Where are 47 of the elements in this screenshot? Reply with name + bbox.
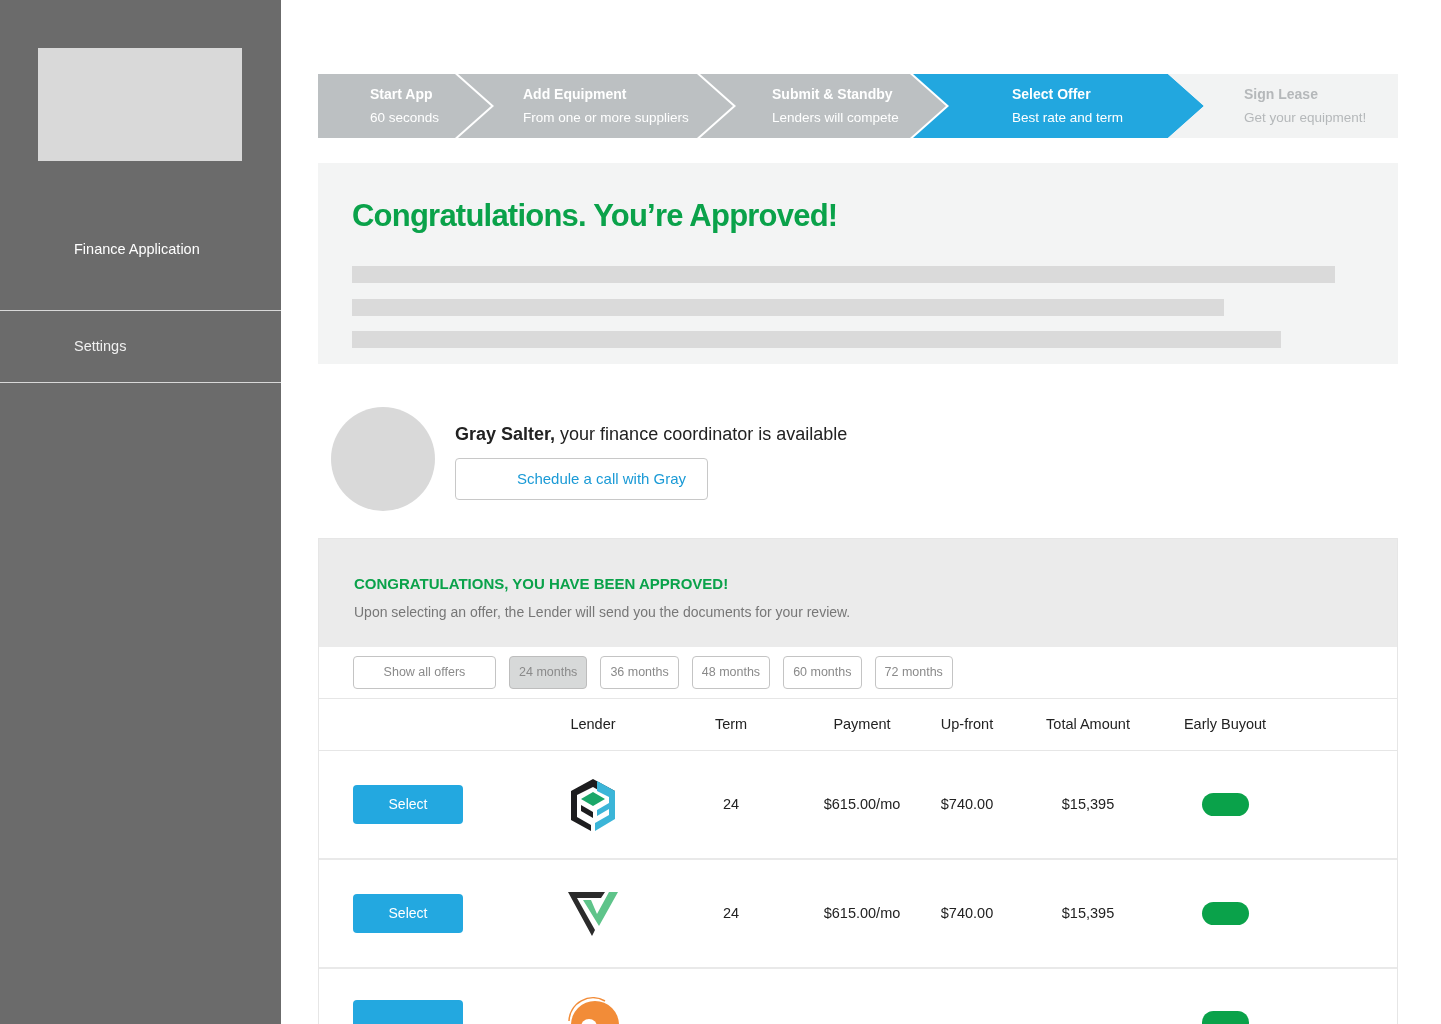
column-header: Term bbox=[714, 714, 748, 734]
sidebar-item[interactable]: Settings bbox=[0, 311, 281, 383]
column-header: Up-front bbox=[940, 714, 994, 734]
early-buyout-toggle[interactable] bbox=[1201, 902, 1249, 925]
early-buyout-toggle[interactable] bbox=[1201, 793, 1249, 816]
filter-button[interactable]: 48 months bbox=[691, 656, 771, 689]
table-cell-text: $15,395 bbox=[1061, 903, 1115, 923]
table-cell-text: $740.00 bbox=[940, 903, 994, 923]
filter-button[interactable]: 60 months bbox=[783, 656, 862, 689]
progress-step[interactable] bbox=[913, 74, 1204, 138]
table-cell-text: $615.00/mo bbox=[823, 903, 901, 923]
step-title: Add Equipment bbox=[523, 84, 627, 104]
table-cell-text: 24 bbox=[722, 794, 740, 814]
step-title: Sign Lease bbox=[1244, 84, 1318, 104]
sidebar-item[interactable]: Finance Application bbox=[0, 239, 281, 311]
table-cell-text: $15,395 bbox=[1061, 794, 1115, 814]
filter-button[interactable]: 24 months bbox=[509, 656, 588, 689]
progress-step[interactable] bbox=[1168, 74, 1398, 138]
select-button[interactable]: Select bbox=[353, 894, 463, 933]
step-title: Select Offer bbox=[1012, 84, 1091, 104]
offers-note: Upon selecting an offer, the Lender will send you the documents for your review. bbox=[354, 602, 852, 622]
step-subtitle: From one or more suppliers bbox=[523, 108, 689, 127]
progress-step[interactable] bbox=[700, 74, 946, 138]
column-header: Total Amount bbox=[1046, 714, 1130, 734]
table-cell-text: 24 bbox=[722, 903, 740, 923]
progress-step[interactable] bbox=[318, 74, 491, 138]
v-triangle-logo-icon bbox=[567, 889, 619, 938]
step-title: Submit & Standby bbox=[772, 84, 893, 104]
step-subtitle: Lenders will compete bbox=[772, 108, 899, 127]
step-subtitle: Get your equipment! bbox=[1244, 108, 1367, 127]
column-header: Early Buyout bbox=[1183, 714, 1267, 734]
progress-step[interactable] bbox=[458, 74, 733, 138]
filter-button[interactable]: 36 months bbox=[600, 656, 679, 689]
select-button[interactable]: Select bbox=[353, 785, 463, 824]
step-subtitle: Best rate and term bbox=[1012, 108, 1124, 127]
table-cell-text: $615.00/mo bbox=[823, 794, 901, 814]
step-subtitle: 60 seconds bbox=[370, 108, 440, 127]
column-header: Lender bbox=[570, 714, 616, 734]
offers-heading: CONGRATULATIONS, YOU HAVE BEEN APPROVED! bbox=[354, 574, 730, 594]
step-title: Start App bbox=[370, 84, 433, 104]
filter-button[interactable]: Show all offers bbox=[353, 656, 496, 689]
column-header: Payment bbox=[833, 714, 891, 734]
schedule-call-button[interactable]: Schedule a call with Gray bbox=[455, 458, 708, 500]
approval-title: Congratulations. You’re Approved! bbox=[352, 197, 839, 235]
filter-button[interactable]: 72 months bbox=[874, 656, 953, 689]
table-cell-text: $740.00 bbox=[940, 794, 994, 814]
coordinator-message: Gray Salter, your finance coordinator is available bbox=[455, 423, 848, 446]
